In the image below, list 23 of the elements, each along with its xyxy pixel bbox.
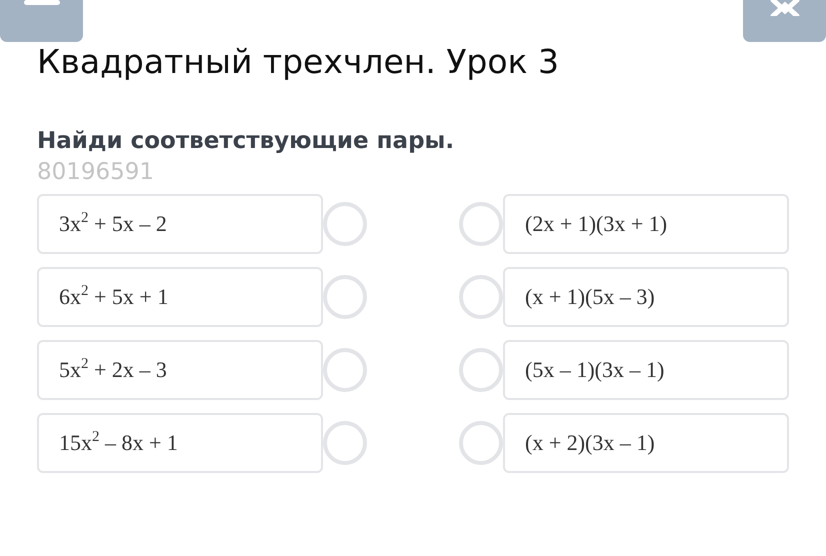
radio-button[interactable] [459, 348, 503, 392]
close-icon [770, 0, 800, 16]
radio-button[interactable] [323, 202, 367, 246]
radio-button[interactable] [459, 275, 503, 319]
lesson-title: Квадратный трехчлен. Урок 3 [37, 42, 560, 82]
expression-card[interactable]: (2x + 1)(3x + 1) [503, 194, 789, 254]
radio-button[interactable] [323, 275, 367, 319]
task-prompt: Найди соответствующие пары. [37, 127, 456, 156]
radio-button[interactable] [459, 202, 503, 246]
expression-card[interactable]: 5x$^{2}$ + 2x – 3 [37, 340, 323, 400]
expression-card[interactable]: 3x$^{2}$ + 5x – 2 [37, 194, 323, 254]
expression-card[interactable]: (x + 1)(5x – 3) [503, 267, 789, 327]
expression-card[interactable]: 6x$^{2}$ + 5x + 1 [37, 267, 323, 327]
menu-button[interactable] [0, 0, 83, 42]
expression-card[interactable]: 15x$^{2}$ – 8x + 1 [37, 413, 323, 473]
expression-card[interactable]: (x + 2)(3x – 1) [503, 413, 789, 473]
radio-button[interactable] [459, 421, 503, 465]
menu-icon [24, 0, 60, 5]
expression-card[interactable]: (5x – 1)(3x – 1) [503, 340, 789, 400]
radio-button[interactable] [323, 348, 367, 392]
close-button[interactable] [743, 0, 826, 42]
radio-button[interactable] [323, 421, 367, 465]
task-code: 80196591 [37, 158, 156, 186]
